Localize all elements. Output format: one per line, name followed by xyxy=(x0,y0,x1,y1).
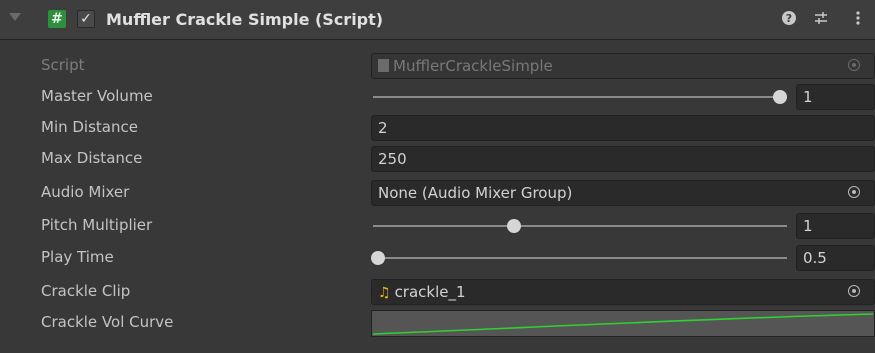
master-volume-slider-track[interactable] xyxy=(373,96,787,98)
help-icon[interactable]: ? xyxy=(780,10,798,28)
audio-mixer-label: Audio Mixer xyxy=(41,183,130,201)
crackle-clip-row: Crackle Clip ♫ crackle_1 xyxy=(0,277,875,307)
kebab-menu-icon[interactable] xyxy=(849,10,867,28)
pitch-multiplier-slider-track[interactable] xyxy=(373,225,787,227)
audio-mixer-value: None (Audio Mixer Group) xyxy=(378,184,573,202)
crackle-clip-value: crackle_1 xyxy=(394,283,466,301)
play-time-slider-track[interactable] xyxy=(373,257,787,259)
crackle-vol-curve-label: Crackle Vol Curve xyxy=(41,313,174,331)
audio-clip-icon: ♫ xyxy=(378,285,391,301)
object-picker-icon xyxy=(848,59,860,71)
audio-mixer-row: Audio Mixer None (Audio Mixer Group) xyxy=(0,178,875,208)
min-distance-input[interactable]: 2 xyxy=(371,115,875,141)
max-distance-label: Max Distance xyxy=(41,149,143,167)
svg-text:?: ? xyxy=(786,12,792,25)
script-row: Script MufflerCrackleSimple xyxy=(0,51,875,81)
min-distance-label: Min Distance xyxy=(41,118,138,136)
curve-preview xyxy=(372,313,874,335)
script-value: MufflerCrackleSimple xyxy=(393,57,553,75)
play-time-row: Play Time 0.5 xyxy=(0,243,875,273)
object-picker-icon[interactable] xyxy=(848,285,860,297)
max-distance-input[interactable]: 250 xyxy=(371,146,875,172)
crackle-vol-curve-field[interactable] xyxy=(371,310,875,337)
csharp-file-icon xyxy=(378,59,389,72)
script-field: MufflerCrackleSimple xyxy=(371,53,875,79)
master-volume-input[interactable]: 1 xyxy=(796,84,875,110)
crackle-clip-label: Crackle Clip xyxy=(41,282,131,300)
pitch-multiplier-row: Pitch Multiplier 1 xyxy=(0,211,875,241)
foldout-arrow-icon[interactable] xyxy=(9,13,21,21)
master-volume-row: Master Volume 1 xyxy=(0,82,875,112)
presets-icon[interactable] xyxy=(812,10,830,28)
pitch-multiplier-input[interactable]: 1 xyxy=(796,213,875,239)
min-distance-row: Min Distance 2 xyxy=(0,113,875,143)
crackle-vol-curve-row: Crackle Vol Curve xyxy=(0,308,875,338)
curve-line xyxy=(372,313,874,335)
play-time-input[interactable]: 0.5 xyxy=(796,245,875,271)
max-distance-row: Max Distance 250 xyxy=(0,144,875,174)
play-time-label: Play Time xyxy=(41,248,114,266)
pitch-multiplier-slider-knob[interactable] xyxy=(507,219,521,233)
component-title: Muffler Crackle Simple (Script) xyxy=(106,10,384,29)
script-icon: # xyxy=(48,10,66,28)
script-label: Script xyxy=(41,56,85,74)
object-picker-icon[interactable] xyxy=(848,186,860,198)
audio-mixer-field[interactable]: None (Audio Mixer Group) xyxy=(371,180,875,206)
crackle-clip-field[interactable]: ♫ crackle_1 xyxy=(371,279,875,305)
master-volume-label: Master Volume xyxy=(41,87,153,105)
pitch-multiplier-label: Pitch Multiplier xyxy=(41,216,153,234)
component-header[interactable]: # ✓ Muffler Crackle Simple (Script) ? xyxy=(0,0,875,40)
component-enabled-checkbox[interactable]: ✓ xyxy=(77,10,95,28)
play-time-slider-knob[interactable] xyxy=(371,251,385,265)
master-volume-slider-knob[interactable] xyxy=(773,90,787,104)
